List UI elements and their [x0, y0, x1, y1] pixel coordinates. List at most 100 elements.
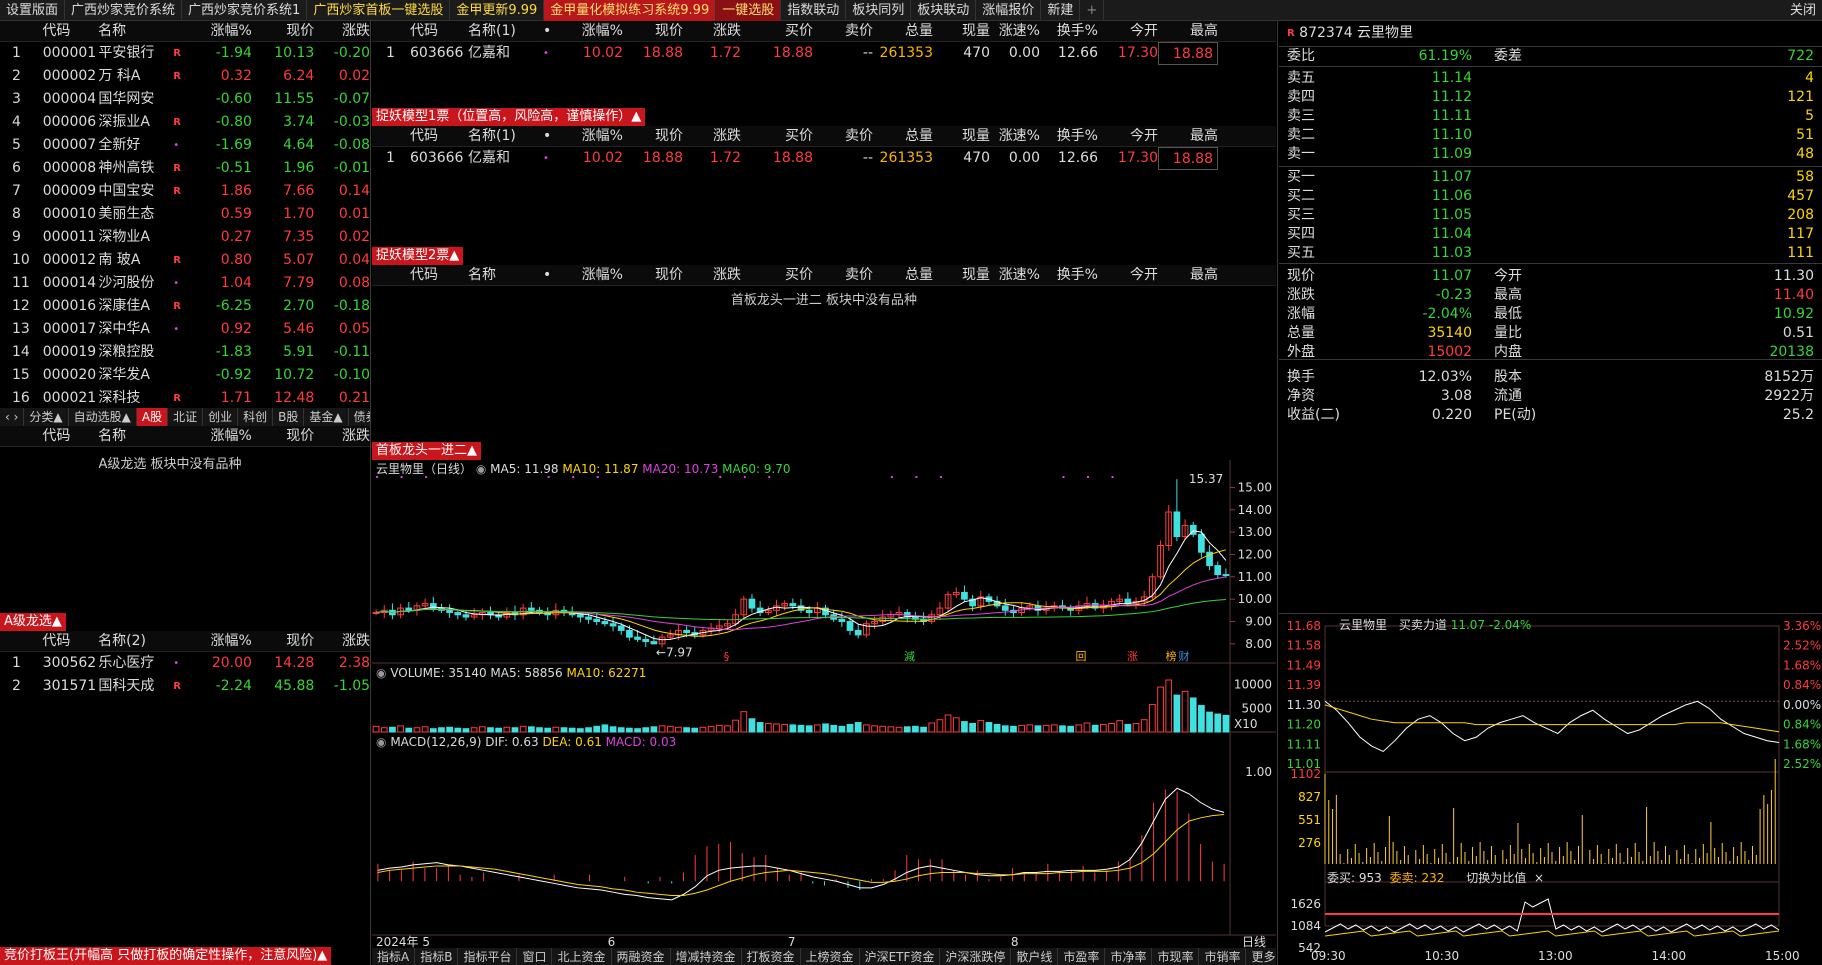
indicator-tab[interactable]: 市销率 — [1199, 948, 1247, 965]
column-header[interactable]: 今开 — [1098, 126, 1158, 146]
top-tab[interactable]: 广西炒家首板一键选股 — [307, 0, 451, 21]
col-diff[interactable]: 涨跌 — [314, 631, 370, 651]
column-header[interactable]: • — [543, 21, 563, 41]
column-header[interactable]: 涨速% — [990, 265, 1040, 285]
table-row[interactable]: 11 000014 沙河股份 • 1.04 7.79 0.08 — [0, 272, 370, 295]
column-header[interactable]: 名称(1) — [468, 126, 543, 146]
top-tab[interactable]: 板块联动 — [911, 0, 977, 21]
indicator-tab[interactable]: 窗口 — [517, 948, 553, 965]
col-chg[interactable]: 涨幅% — [194, 426, 252, 446]
column-header[interactable]: 最高 — [1158, 265, 1218, 285]
kline-chart[interactable]: 15.00 14.00 13.00 12.00 11.00 10.00 9.00 8.00 15… — [372, 460, 1276, 948]
table-row[interactable]: 9 000011 深物业A 0.27 7.35 0.02 — [0, 226, 370, 249]
column-header[interactable]: 现量 — [933, 126, 990, 146]
column-header[interactable]: 总量 — [873, 265, 933, 285]
model1-title[interactable]: 捉妖模型1票（位置高，风险高，谨慎操作）▲ — [372, 108, 646, 126]
a-level-title[interactable]: A级龙选▲ — [0, 613, 66, 631]
column-header[interactable]: 现价 — [623, 126, 683, 146]
intraday-chart[interactable]: 11.68 3.36% 11.58 2.52% 11.49 1.68% 11.39 0.84%… — [1279, 614, 1822, 965]
column-header[interactable]: 涨跌 — [683, 126, 741, 146]
column-header[interactable]: 总量 — [873, 21, 933, 41]
kline-svg[interactable]: 15.00 14.00 13.00 12.00 11.00 10.00 9.00 8.00 15… — [372, 460, 1276, 948]
market-tab[interactable]: 分类▲ — [24, 408, 69, 426]
column-header[interactable]: 总量 — [873, 126, 933, 146]
order-level[interactable]: 卖三 11.11 5 — [1279, 107, 1822, 126]
column-header[interactable]: 买价 — [741, 126, 813, 146]
order-level[interactable]: 卖一 11.09 48 — [1279, 145, 1822, 164]
col-name[interactable]: 名称 — [98, 21, 194, 41]
column-header[interactable]: 换手% — [1040, 21, 1098, 41]
column-header[interactable]: 涨速% — [990, 126, 1040, 146]
col-name[interactable]: 名称 — [98, 426, 194, 446]
indicator-tab[interactable]: 增减持资金 — [671, 948, 742, 965]
top-tab[interactable]: 设置版面 — [0, 0, 66, 21]
column-header[interactable]: • — [543, 126, 563, 146]
column-header[interactable]: 涨跌 — [683, 21, 741, 41]
column-header[interactable]: 涨幅% — [563, 126, 623, 146]
order-level[interactable]: 卖五 11.14 4 — [1279, 69, 1822, 88]
market-tab[interactable]: A股 — [136, 408, 169, 426]
market-tab[interactable]: 科创 — [238, 408, 274, 426]
table-row[interactable]: 8 000010 美丽生态 0.59 1.70 0.01 — [0, 203, 370, 226]
settings-icon[interactable]: ◉ — [476, 462, 486, 476]
col-chg[interactable]: 涨幅% — [194, 21, 252, 41]
top-tab[interactable]: 广西炒家竞价系统1 — [182, 0, 308, 21]
table-row[interactable]: 16 000021 深科技 R 1.71 12.48 0.21 — [0, 387, 370, 406]
table-row[interactable]: 10 000012 南 玻A R 0.80 5.07 0.04 — [0, 249, 370, 272]
order-level[interactable]: 买五 11.03 111 — [1279, 244, 1822, 263]
close-icon[interactable]: × — [1534, 871, 1544, 885]
model2-title[interactable]: 捉妖模型2票▲ — [372, 247, 464, 265]
market-tab[interactable]: 创业 — [203, 408, 239, 426]
top-tab[interactable]: 金甲量化模拟练习系统9.99 — [544, 0, 717, 21]
indicator-tab[interactable]: 指标A — [372, 948, 416, 965]
table-row[interactable]: 1 300562 乐心医疗 • 20.00 14.28 2.38 — [0, 652, 370, 675]
top-tab[interactable]: 一键选股 — [716, 0, 782, 21]
chart-section-title[interactable]: 首板龙头一进二▲ — [372, 442, 481, 460]
close-button[interactable]: 关闭 — [1784, 0, 1822, 21]
col-price[interactable]: 现价 — [252, 631, 314, 651]
table-row[interactable]: 15 000020 深华发A -0.92 10.72 -0.10 — [0, 364, 370, 387]
col-diff[interactable]: 涨跌 — [314, 426, 370, 446]
top-tab[interactable]: 指数联动 — [781, 0, 847, 21]
table-row[interactable]: 14 000019 深粮控股 -1.83 5.91 -0.11 — [0, 341, 370, 364]
indicator-tab[interactable]: 市盈率 — [1058, 948, 1106, 965]
indicator-tab[interactable]: 指标平台 — [458, 948, 518, 965]
column-header[interactable]: 名称(1) — [468, 21, 543, 41]
table-row[interactable]: 2 301571 国科天成 R -2.24 45.88 -1.05 — [0, 675, 370, 698]
market-tab[interactable]: 北证 — [168, 408, 204, 426]
column-header[interactable]: 现量 — [933, 265, 990, 285]
settings-icon[interactable]: ◉ — [376, 666, 386, 680]
indicator-tab[interactable]: 上榜资金 — [801, 948, 860, 965]
order-level[interactable]: 买四 11.04 117 — [1279, 225, 1822, 244]
intraday-svg[interactable]: 11.68 3.36% 11.58 2.52% 11.49 1.68% 11.39 0.84%… — [1279, 614, 1822, 965]
market-tab[interactable]: B股 — [273, 408, 305, 426]
market-tab[interactable]: 债券 — [349, 408, 370, 426]
bottom-left-title[interactable]: 竞价打板王(开幅高 只做打板的确定性操作，注意风险)▲ — [0, 947, 332, 965]
column-header[interactable]: 换手% — [1040, 126, 1098, 146]
column-header[interactable]: 今开 — [1098, 21, 1158, 41]
indicator-tab[interactable]: 打板资金 — [742, 948, 801, 965]
table-row[interactable]: 13 000017 深中华A • 0.92 5.46 0.05 — [0, 318, 370, 341]
switch-ratio-button[interactable]: 切换为比值 — [1466, 871, 1526, 885]
indicator-tab[interactable]: 市净率 — [1105, 948, 1153, 965]
table-row[interactable]: 12 000016 深康佳A R -6.25 2.70 -0.18 — [0, 295, 370, 318]
column-header[interactable]: 买价 — [741, 21, 813, 41]
column-header[interactable]: 代码 — [410, 265, 468, 285]
indicator-tab[interactable]: 更多 — [1246, 948, 1276, 965]
indicator-tab[interactable]: 沪深涨跌停 — [940, 948, 1012, 965]
column-header[interactable]: 涨速% — [990, 21, 1040, 41]
indicator-tab[interactable]: 散户线 — [1011, 948, 1059, 965]
column-header[interactable]: 现量 — [933, 21, 990, 41]
table-row[interactable]: 1 603666 亿嘉和 • 10.02 18.88 1.72 18.88 -- 261353 47… — [372, 147, 1276, 170]
table-row[interactable]: 1 000001 平安银行 R -1.94 10.13 -0.20 — [0, 42, 370, 65]
col-diff[interactable]: 涨跌 — [314, 21, 370, 41]
top-tab[interactable]: 涨幅报价 — [976, 0, 1042, 21]
table-row[interactable]: 7 000009 中国宝安 R 1.86 7.66 0.14 — [0, 180, 370, 203]
table-row[interactable]: 5 000007 全新好 • -1.69 4.64 -0.08 — [0, 134, 370, 157]
col-code[interactable]: 代码 — [42, 631, 98, 651]
column-header[interactable]: 买价 — [741, 265, 813, 285]
table-row[interactable]: 1 603666 亿嘉和 • 10.02 18.88 1.72 18.88 -- 261353 47… — [372, 42, 1276, 65]
col-chg[interactable]: 涨幅% — [194, 631, 252, 651]
col-price[interactable]: 现价 — [252, 426, 314, 446]
column-header[interactable]: 最高 — [1158, 21, 1218, 41]
